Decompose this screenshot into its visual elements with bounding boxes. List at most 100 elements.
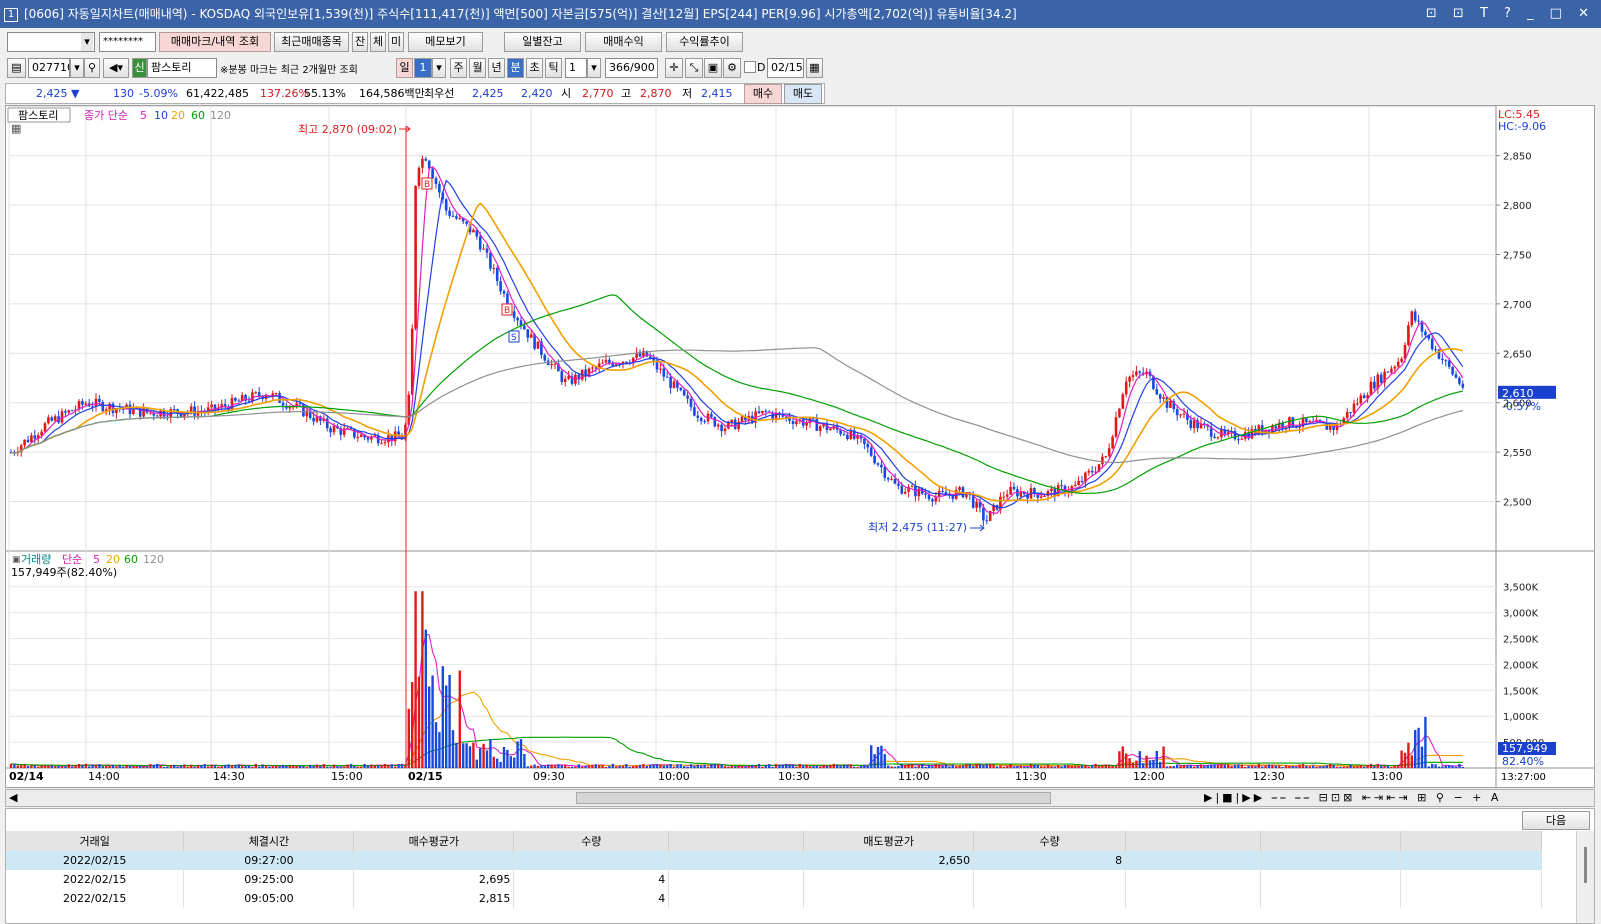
table-scrollbar[interactable] xyxy=(1576,831,1594,923)
candle-body xyxy=(818,426,822,431)
candle-body xyxy=(43,423,47,432)
candle-body xyxy=(1369,381,1373,396)
candle-body xyxy=(1169,401,1172,408)
day-dropdown-icon[interactable]: ▾ xyxy=(432,58,446,78)
moving-average-lines xyxy=(10,166,1464,767)
volume-bar xyxy=(761,766,764,768)
volume-bar xyxy=(322,764,325,768)
candle-body xyxy=(1458,377,1461,384)
period-second-button[interactable]: 초 xyxy=(526,58,543,78)
volume-bar xyxy=(859,765,863,768)
volume-ma-line xyxy=(10,691,1463,767)
vol-ma-legend-label: 단순 xyxy=(62,553,82,566)
candle-body xyxy=(155,415,159,417)
vol-panel-icon: ▣ xyxy=(12,555,21,565)
volume-bar xyxy=(1281,766,1284,768)
candle-body xyxy=(1430,338,1434,350)
date-input[interactable]: 02/15 xyxy=(767,58,804,78)
buy-button[interactable]: 매수 xyxy=(744,84,782,104)
unfilled-button[interactable]: 미 xyxy=(388,32,404,52)
price-tick-label: 2,500 xyxy=(1503,498,1532,509)
stock-code-input[interactable]: 027710 xyxy=(28,58,70,78)
candle-body xyxy=(1101,456,1104,465)
volume-bar xyxy=(649,764,652,768)
period-tick-button[interactable]: 틱 xyxy=(545,58,562,78)
volume-bar xyxy=(676,764,679,768)
scroll-thumb[interactable] xyxy=(576,792,1051,804)
volume-bar xyxy=(509,756,512,768)
recent-trade-button[interactable]: 최근매매종목 xyxy=(274,32,349,52)
volume-bar xyxy=(689,764,693,768)
layout-icon[interactable]: ▤ xyxy=(7,58,26,78)
period-month-button[interactable]: 월 xyxy=(469,58,486,78)
search-icon[interactable]: ⚲ xyxy=(84,58,100,78)
scroll-left-icon[interactable]: ◀ xyxy=(9,791,17,804)
volume-bar xyxy=(873,754,876,768)
interval-input[interactable]: 1 xyxy=(565,58,587,78)
stock-name-field[interactable]: 팜스토리 xyxy=(147,58,217,78)
candle-body xyxy=(298,403,302,405)
memo-button[interactable]: 메모보기 xyxy=(408,32,483,52)
trade-mark-query-button[interactable]: 매매마크/내역 조회 xyxy=(159,32,271,52)
x-tick-label: 11:00 xyxy=(898,770,930,783)
candle-body xyxy=(829,428,832,431)
daily-balance-button[interactable]: 일별잔고 xyxy=(504,32,581,52)
sound-icon[interactable]: ◀▾ xyxy=(103,58,129,78)
count-field[interactable]: 366/900 xyxy=(605,58,658,78)
table-row[interactable]: 2022/02/15 09:25:00 2,695 4 xyxy=(6,870,1543,889)
chart-area[interactable]: 02/14 14:00 14:30 15:00 02/15 09:30 10:00 10:30… xyxy=(5,105,1595,788)
trade-profit-button[interactable]: 매매수익 xyxy=(585,32,662,52)
return-trend-button[interactable]: 수익률추이 xyxy=(666,32,743,52)
volume-bar xyxy=(302,766,305,768)
table-row[interactable]: 2022/02/15 09:27:00 2,650 8 xyxy=(6,851,1543,870)
interval-dropdown-icon[interactable]: ▾ xyxy=(587,58,601,78)
draw-tool-icon[interactable]: ⤡ xyxy=(685,58,703,78)
period-week-button[interactable]: 주 xyxy=(450,58,467,78)
filled-button[interactable]: 체 xyxy=(370,32,386,52)
volume-bar xyxy=(1196,765,1199,768)
save-icon[interactable]: ▣ xyxy=(704,58,722,78)
password-field[interactable]: ******** xyxy=(99,32,156,52)
volume-bar xyxy=(489,739,492,768)
candle-body xyxy=(720,424,723,432)
volume-bar xyxy=(1040,766,1043,768)
period-day-count[interactable]: 1 xyxy=(414,58,432,78)
vol-ma-legend-5: 5 xyxy=(93,553,100,566)
candle-body xyxy=(1121,394,1125,409)
scroll-controls[interactable]: ▶|■|▶▶ ⎯⎯ ⎯⎯ ⊟⊡⊠ ⇤⇥⇤⇥ ⊞ ⚲ − + A xyxy=(1204,791,1501,805)
volume-bar xyxy=(1125,753,1128,768)
period-year-button[interactable]: 년 xyxy=(488,58,505,78)
period-minute-button[interactable]: 분 xyxy=(507,58,524,78)
candle-body xyxy=(234,398,237,401)
gear-icon[interactable]: ⚙ xyxy=(723,58,741,78)
volume-bar xyxy=(98,764,101,768)
balance-button[interactable]: 잔 xyxy=(352,32,368,52)
volume-bar xyxy=(771,766,774,768)
period-day-button[interactable]: 일 xyxy=(396,58,413,78)
calendar-icon[interactable]: ▦ xyxy=(806,58,823,78)
candle-body xyxy=(193,406,196,416)
volume-bar xyxy=(666,765,669,768)
volume-bar xyxy=(808,766,812,768)
volume-bar xyxy=(547,764,550,768)
volume-bar xyxy=(737,765,740,768)
volume-bar xyxy=(693,765,696,768)
sell-button[interactable]: 매도 xyxy=(784,84,822,104)
volume-bar xyxy=(1152,759,1155,768)
trade-mark-letter: B xyxy=(504,306,510,316)
volume-bar xyxy=(1206,765,1209,768)
crosshair-icon[interactable]: ✛ xyxy=(665,58,683,78)
next-button[interactable]: 다음 xyxy=(1522,811,1590,830)
chart-scrollbar[interactable]: ◀ ▶|■|▶▶ ⎯⎯ ⎯⎯ ⊟⊡⊠ ⇤⇥⇤⇥ ⊞ ⚲ − + A xyxy=(5,789,1595,807)
d-checkbox[interactable] xyxy=(744,61,756,73)
volume-bar xyxy=(1101,765,1104,768)
candle-body xyxy=(689,398,693,408)
code-dropdown-icon[interactable]: ▾ xyxy=(70,58,84,78)
account-select[interactable]: ▾ xyxy=(7,32,95,52)
volume-bar xyxy=(921,764,924,768)
volume-bar xyxy=(1114,766,1118,768)
volume-bar xyxy=(1346,766,1349,768)
table-row[interactable]: 2022/02/15 09:05:00 2,815 4 xyxy=(6,889,1543,908)
window-controls[interactable]: ⊡ ⊡ T ? _ □ ✕ xyxy=(1426,0,1595,28)
volume-bar xyxy=(1169,766,1172,768)
